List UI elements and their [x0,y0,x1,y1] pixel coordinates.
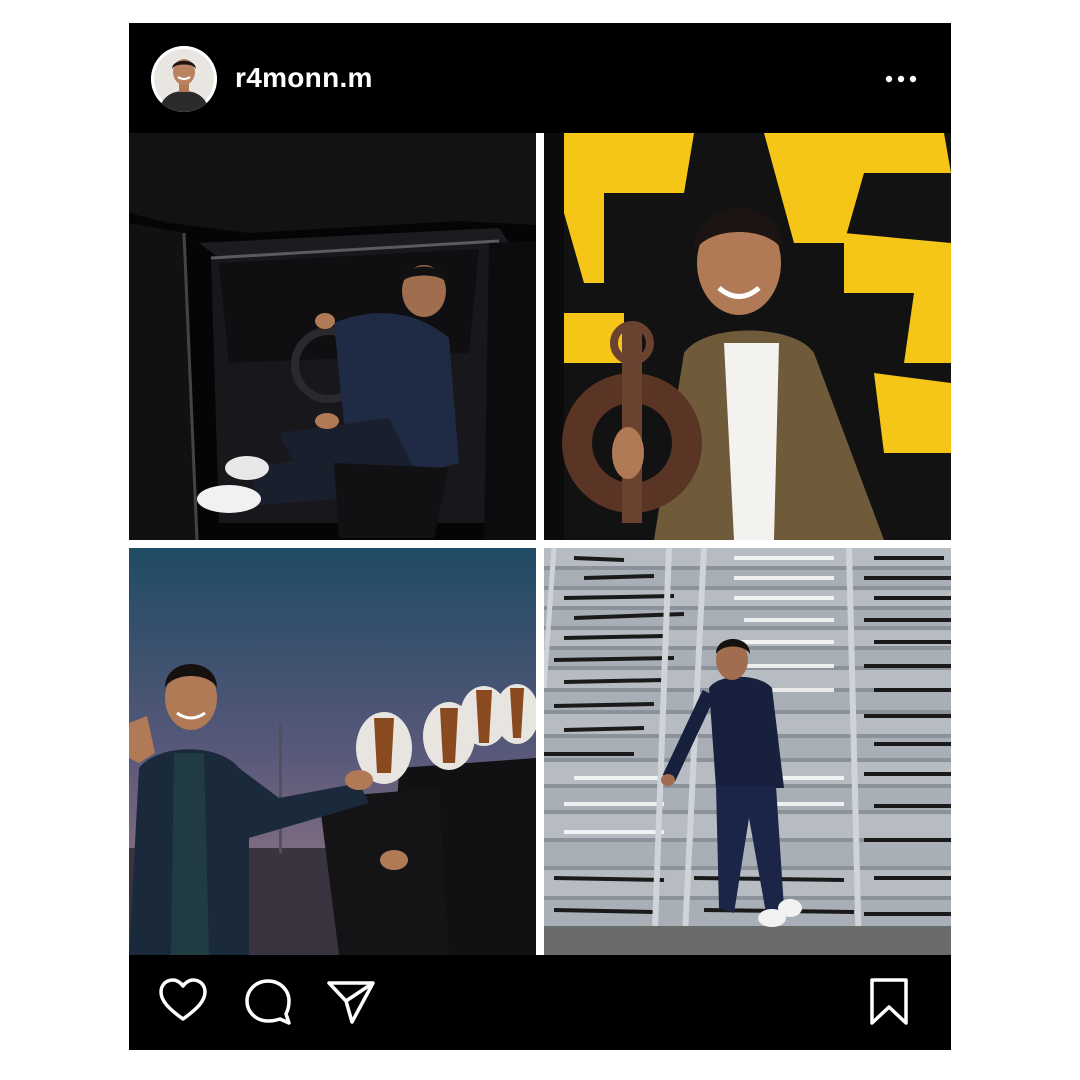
instagram-post: r4monn.m [129,23,951,1050]
bookmark-icon[interactable] [863,975,915,1027]
avatar-image [151,46,217,112]
post-header: r4monn.m [129,23,951,131]
photo-grid [129,133,951,955]
stairs-photo[interactable] [544,548,951,955]
award-photo[interactable] [544,133,951,540]
car-photo[interactable] [129,133,536,540]
avatar[interactable] [151,46,217,112]
grid-divider-horizontal [129,540,951,548]
username[interactable]: r4monn.m [235,61,373,95]
send-icon[interactable] [325,975,377,1027]
more-options-icon[interactable] [881,67,921,91]
heart-icon[interactable] [157,975,209,1027]
comment-icon[interactable] [242,975,294,1027]
post-actions-bar [129,955,951,1050]
group-photo[interactable] [129,548,536,955]
